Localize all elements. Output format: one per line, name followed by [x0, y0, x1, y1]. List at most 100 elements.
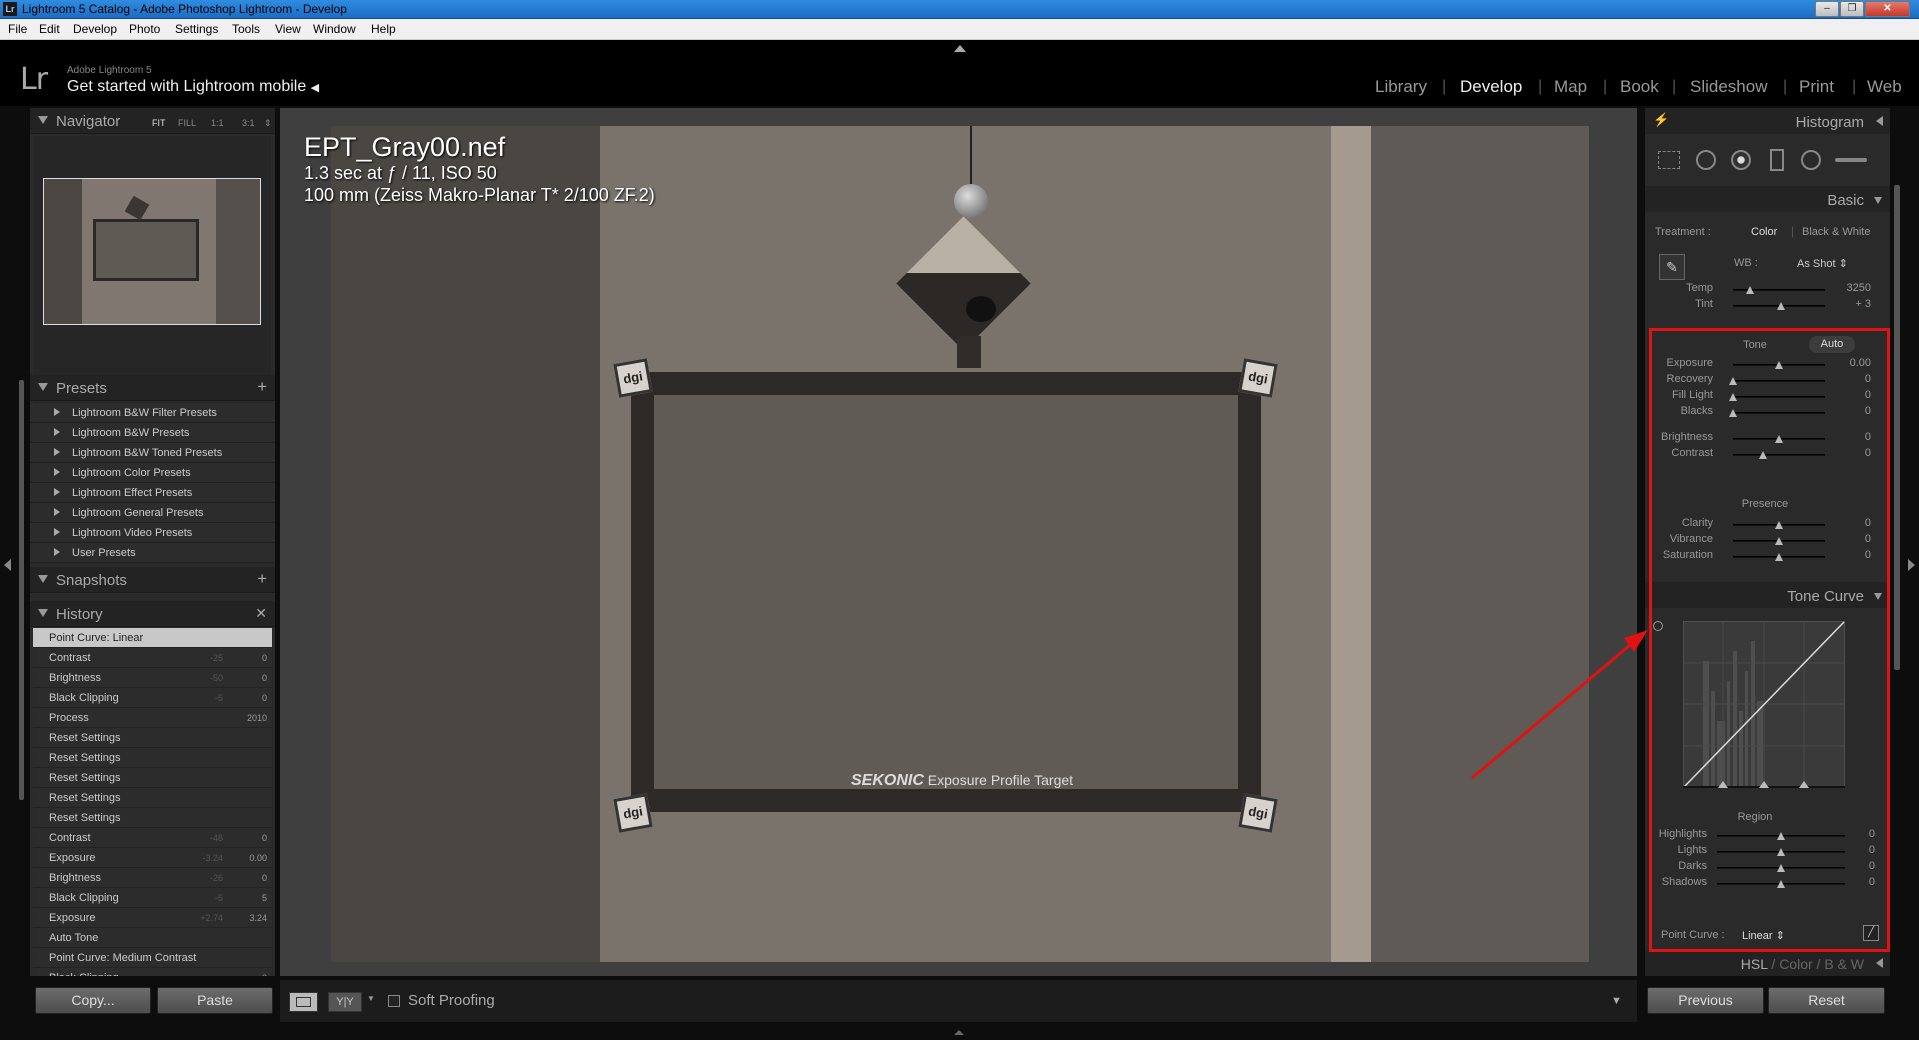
history-step[interactable]: Exposure +2.74 3.24	[33, 908, 272, 928]
expand-triangle-icon[interactable]	[54, 528, 60, 536]
menu-help[interactable]: Help	[371, 22, 396, 36]
expand-triangle-icon[interactable]	[54, 468, 60, 476]
nav-3to1[interactable]: 3:1	[242, 118, 255, 128]
history-step[interactable]: Contrast -25 0	[33, 648, 272, 668]
history-step[interactable]: Reset Settings	[33, 788, 272, 808]
menu-photo[interactable]: Photo	[129, 22, 160, 36]
soft-proofing-checkbox[interactable]	[388, 995, 400, 1007]
preset-folder[interactable]: Lightroom General Presets	[30, 503, 275, 523]
collapse-triangle-icon[interactable]	[38, 116, 48, 124]
collapse-left-panel-icon[interactable]	[4, 559, 11, 571]
identity-big-text[interactable]: Get started with Lightroom mobile ◀	[67, 78, 319, 96]
history-step[interactable]: Point Curve: Medium Contrast	[33, 948, 272, 968]
history-step[interactable]: Reset Settings	[33, 768, 272, 788]
slider-thumb[interactable]	[1776, 302, 1785, 310]
history-step[interactable]: Contrast -48 0	[33, 828, 272, 848]
history-step[interactable]: Exposure -3.24 0.00	[33, 848, 272, 868]
histogram-header[interactable]: ⚡ Histogram	[1645, 108, 1890, 134]
loupe-view-button[interactable]	[289, 992, 318, 1012]
expand-triangle-icon[interactable]	[54, 548, 60, 556]
presets-header[interactable]: Presets +	[30, 375, 275, 401]
close-window-button[interactable]: ✕	[1865, 1, 1910, 17]
history-step[interactable]: Black Clipping -5 5	[33, 888, 272, 908]
menu-edit[interactable]: Edit	[39, 22, 60, 36]
history-step[interactable]: Black Clipping -5 0	[33, 688, 272, 708]
nav-fit[interactable]: FIT	[152, 118, 166, 128]
expand-triangle-icon[interactable]	[54, 488, 60, 496]
module-slideshow[interactable]: Slideshow	[1690, 77, 1768, 97]
photo-canvas[interactable]: dgi dgi dgi dgi SEKONIC Exposure Profile…	[331, 126, 1589, 962]
preset-folder[interactable]: Lightroom Color Presets	[30, 463, 275, 483]
treatment-color[interactable]: Color	[1751, 226, 1777, 238]
module-develop[interactable]: Develop	[1460, 77, 1522, 97]
history-step[interactable]: Auto Tone	[33, 928, 272, 948]
paste-button[interactable]: Paste	[157, 987, 273, 1014]
clear-history-icon[interactable]: ✕	[255, 605, 267, 622]
expand-triangle-icon[interactable]	[54, 448, 60, 456]
collapse-triangle-icon[interactable]	[38, 383, 48, 391]
history-step[interactable]: Brightness -26 0	[33, 868, 272, 888]
history-step[interactable]: Reset Settings	[33, 728, 272, 748]
module-web[interactable]: Web	[1867, 77, 1902, 97]
history-step[interactable]: Brightness -50 0	[33, 668, 272, 688]
nav-1to1[interactable]: 1:1	[211, 118, 224, 128]
zoom-stepper-icon[interactable]: ⇕	[264, 118, 272, 129]
history-step[interactable]: Process 2010	[33, 708, 272, 728]
basic-header[interactable]	[1645, 154, 1890, 180]
module-map[interactable]: Map	[1554, 77, 1587, 97]
preset-folder[interactable]: User Presets	[30, 543, 275, 563]
treatment-bw[interactable]: Black & White	[1802, 226, 1870, 238]
collapse-top-panel-icon[interactable]	[954, 45, 966, 52]
collapse-triangle-icon[interactable]	[38, 575, 48, 583]
bottom-expand-icon[interactable]	[954, 1030, 964, 1035]
maximize-button[interactable]: ❐	[1840, 1, 1864, 17]
slider-value[interactable]: 3250	[1831, 282, 1871, 294]
history-step[interactable]: Point Curve: Linear	[33, 628, 272, 648]
previous-button[interactable]: Previous	[1647, 987, 1764, 1014]
history-header[interactable]: History ✕	[30, 601, 275, 627]
module-print[interactable]: Print	[1799, 77, 1834, 97]
slider-tint[interactable]: Tint + 3	[1645, 298, 1890, 314]
menu-view[interactable]: View	[275, 22, 301, 36]
expand-triangle-icon[interactable]	[54, 508, 60, 516]
menu-tools[interactable]: Tools	[232, 22, 260, 36]
collapse-triangle-icon[interactable]	[38, 609, 48, 617]
collapse-triangle-icon[interactable]	[1874, 197, 1882, 204]
preset-folder[interactable]: Lightroom B&W Presets	[30, 423, 275, 443]
wb-select[interactable]: As Shot ⇕	[1797, 257, 1848, 270]
left-scrollbar[interactable]	[19, 380, 24, 800]
before-after-dropdown-icon[interactable]: ▼	[367, 994, 375, 1003]
module-book[interactable]: Book	[1620, 77, 1659, 97]
history-step[interactable]: Reset Settings	[33, 748, 272, 768]
identity-mobile-link[interactable]: Get started with Lightroom mobile	[67, 78, 306, 95]
module-library[interactable]: Library	[1375, 77, 1427, 97]
soft-proofing-label[interactable]: Soft Proofing	[408, 992, 495, 1009]
nav-fill[interactable]: FILL	[178, 118, 196, 128]
tab-bw[interactable]: B & W	[1824, 956, 1864, 972]
collapse-left-triangle-icon[interactable]	[1876, 958, 1883, 968]
right-scrollbar[interactable]	[1894, 185, 1900, 670]
slider-value[interactable]: + 3	[1831, 298, 1871, 310]
minimize-button[interactable]: –	[1815, 1, 1839, 17]
tab-hsl[interactable]: HSL	[1741, 956, 1768, 972]
menu-file[interactable]: File	[8, 22, 27, 36]
basic-header-bar[interactable]: Basic	[1645, 186, 1890, 212]
expand-triangle-icon[interactable]	[54, 428, 60, 436]
preset-folder[interactable]: Lightroom B&W Toned Presets	[30, 443, 275, 463]
history-step[interactable]: Black Clipping 0	[33, 968, 272, 976]
navigator-header[interactable]: Navigator FIT FILL 1:1 3:1 ⇕	[30, 108, 275, 134]
menu-settings[interactable]: Settings	[175, 22, 218, 36]
expand-triangle-icon[interactable]	[54, 408, 60, 416]
menu-develop[interactable]: Develop	[73, 22, 117, 36]
navigator-thumbnail[interactable]	[43, 178, 261, 325]
preset-folder[interactable]: Lightroom Video Presets	[30, 523, 275, 543]
add-preset-icon[interactable]: +	[257, 377, 267, 397]
collapse-left-triangle-icon[interactable]	[1876, 116, 1883, 126]
preset-folder[interactable]: Lightroom Effect Presets	[30, 483, 275, 503]
tab-color[interactable]: Color	[1779, 956, 1812, 972]
before-after-button[interactable]: Y|Y	[328, 992, 362, 1012]
hsl-header[interactable]: HSL / Color / B & W	[1645, 950, 1890, 976]
wb-eyedropper-icon[interactable]: ✎	[1659, 254, 1685, 280]
slider-temp[interactable]: Temp 3250	[1645, 282, 1890, 298]
reset-button[interactable]: Reset	[1768, 987, 1885, 1014]
